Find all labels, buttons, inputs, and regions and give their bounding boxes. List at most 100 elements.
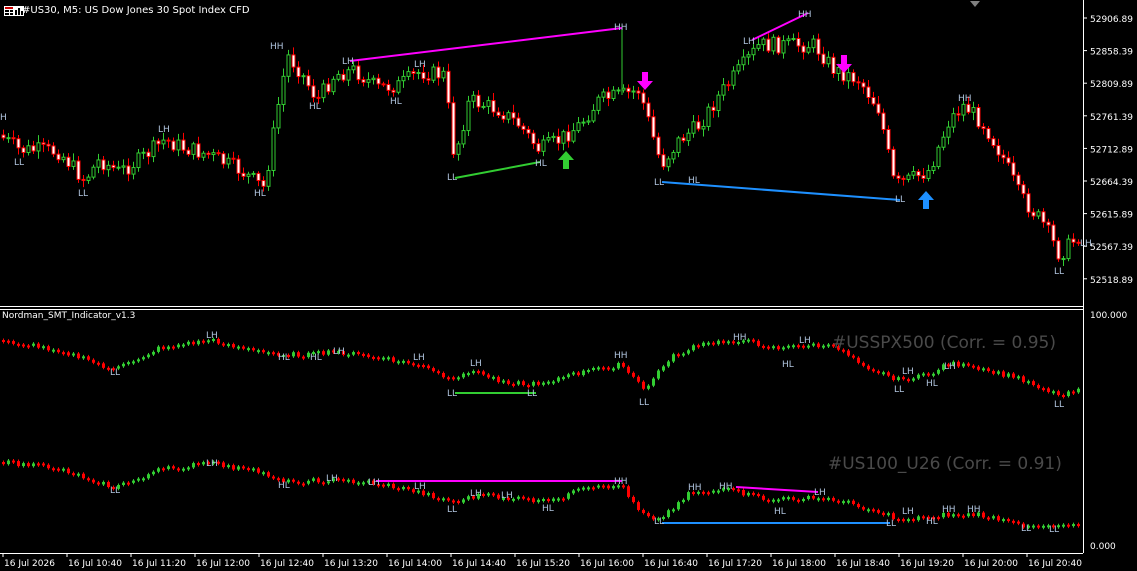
- usspx-candle: [752, 339, 755, 342]
- main-candle: [946, 126, 951, 138]
- us100-candle: [592, 487, 595, 490]
- main-candle: [631, 90, 636, 93]
- main-candle: [461, 130, 466, 145]
- usspx-candle: [1037, 385, 1040, 389]
- main-candle: [746, 54, 751, 58]
- main-candle: [836, 67, 841, 75]
- main-candle: [1, 134, 6, 139]
- usspx-candle: [392, 357, 395, 362]
- us100-candle: [242, 466, 245, 469]
- us100-candle: [707, 492, 710, 495]
- sub-swing-label: HH: [733, 333, 747, 343]
- timeframe-icon[interactable]: [13, 6, 24, 16]
- usspx-candle: [567, 374, 570, 378]
- usspx-candle: [977, 366, 980, 370]
- sub-swing-label: LL: [1049, 525, 1059, 535]
- main-candle: [181, 139, 186, 151]
- usspx-candle: [37, 343, 40, 348]
- time-label: 16 Jul 11:20: [132, 559, 186, 569]
- main-candle: [716, 94, 721, 111]
- us100-candle: [162, 468, 165, 471]
- main-candle: [561, 131, 566, 144]
- main-candle: [586, 120, 591, 123]
- main-candle: [901, 177, 906, 180]
- trading-chart[interactable]: HLLLLLHHLHHLHHLLHHLLLHLHHLL HLLHHHLLHHLLL…: [0, 0, 1137, 571]
- us100-candle: [667, 510, 670, 518]
- main-candle: [131, 167, 136, 175]
- sub-swing-label: LH: [414, 482, 426, 492]
- us100-candle: [1062, 524, 1065, 527]
- usspx-candle: [412, 363, 415, 366]
- us100-candle: [1037, 525, 1040, 528]
- us100-candle: [267, 472, 270, 477]
- us100-candle: [7, 460, 10, 465]
- us100-candle: [797, 499, 800, 502]
- main-candle: [326, 83, 331, 93]
- usspx-candle: [827, 344, 830, 347]
- usspx-candle: [172, 346, 175, 349]
- usspx-candle: [667, 361, 670, 367]
- usspx-candle: [757, 340, 760, 346]
- usspx-candle: [562, 377, 565, 380]
- usspx-candle: [637, 376, 640, 382]
- main-candle: [506, 112, 511, 120]
- main-candle: [91, 166, 96, 178]
- chart-dropdown-icon[interactable]: [970, 1, 980, 7]
- main-candle: [241, 172, 246, 177]
- usspx-candle: [697, 345, 700, 348]
- main-candle: [296, 66, 301, 78]
- main-candle: [906, 174, 911, 180]
- main-candle: [686, 132, 691, 142]
- usspx-candle: [1022, 376, 1025, 383]
- us100-candle: [497, 494, 500, 499]
- main-candle: [691, 121, 696, 134]
- swing-label: LH: [743, 37, 755, 47]
- us100-candle: [847, 500, 850, 503]
- us100-candle: [492, 493, 495, 496]
- main-candle: [166, 139, 171, 142]
- us100-candle: [867, 509, 870, 512]
- us100-candle: [597, 485, 600, 488]
- main-candle: [281, 75, 286, 105]
- us100-candle: [167, 466, 170, 470]
- us100-candle: [232, 465, 235, 470]
- usspx-candle: [232, 344, 235, 348]
- usspx-candle: [1072, 391, 1075, 394]
- us100-candle: [672, 509, 675, 512]
- usspx-candle: [542, 382, 545, 385]
- us100-candle: [482, 493, 485, 496]
- sub-swing-label: HL: [782, 360, 794, 370]
- usspx-candle: [407, 360, 410, 364]
- us100-candle: [562, 498, 565, 501]
- main-candle: [96, 159, 101, 168]
- usspx-candle: [2, 340, 5, 342]
- sub-swing-label: LH: [470, 359, 482, 369]
- main-candle: [106, 164, 111, 171]
- time-label: 16 Jul 12:40: [260, 559, 314, 569]
- main-candle: [951, 113, 956, 128]
- us100-candle: [92, 479, 95, 483]
- main-candle: [526, 128, 531, 134]
- main-candle: [991, 138, 996, 147]
- main-candle: [611, 89, 616, 99]
- usspx-candle: [177, 344, 180, 348]
- main-candle: [616, 89, 621, 92]
- us100-candle: [292, 479, 295, 482]
- usspx-candle: [372, 356, 375, 359]
- us100-candle: [147, 474, 150, 479]
- usspx-candle: [532, 381, 535, 386]
- us100-candle: [72, 473, 75, 476]
- usspx-candle: [612, 368, 615, 371]
- us100-candle: [762, 495, 765, 500]
- main-candle: [641, 92, 646, 104]
- sub-swing-label: LL: [1021, 524, 1031, 534]
- us100-candle: [447, 498, 450, 501]
- main-candle: [926, 170, 931, 179]
- main-candle: [546, 137, 551, 141]
- us100-candle: [702, 491, 705, 494]
- us100-candle: [992, 516, 995, 519]
- main-candle: [136, 152, 141, 169]
- us100-candle: [677, 502, 680, 510]
- main-candle: [676, 137, 681, 153]
- usspx-candle: [447, 377, 450, 380]
